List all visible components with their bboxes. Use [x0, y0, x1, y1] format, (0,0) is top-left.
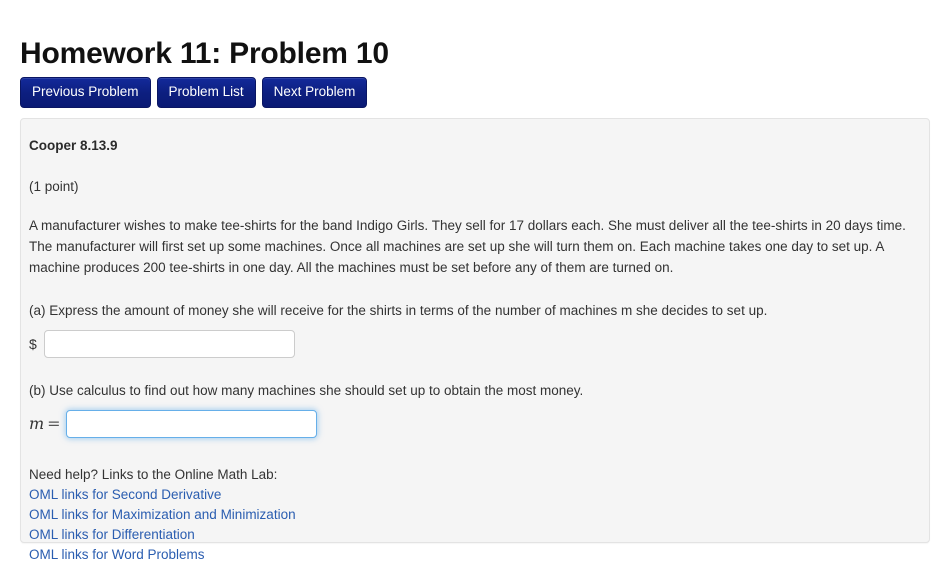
previous-problem-button[interactable]: Previous Problem	[20, 77, 151, 108]
equals-sign: =	[47, 414, 61, 433]
problem-page: Homework 11: Problem 10 Previous Problem…	[0, 0, 949, 562]
page-title: Homework 11: Problem 10	[20, 37, 389, 71]
part-a-answer-input[interactable]	[43, 330, 295, 358]
help-link-differentiation[interactable]: OML links for Differentiation	[29, 525, 195, 545]
problem-navigation-bar: Previous Problem Problem List Next Probl…	[20, 77, 368, 108]
part-b-answer-row: m =	[29, 410, 909, 438]
help-link-second-derivative[interactable]: OML links for Second Derivative	[29, 485, 221, 505]
problem-statement: A manufacturer wishes to make tee-shirts…	[29, 218, 906, 275]
next-problem-button[interactable]: Next Problem	[261, 77, 368, 108]
help-links-section: Need help? Links to the Online Math Lab:…	[29, 465, 909, 565]
part-b-prompt: (b) Use calculus to find out how many ma…	[29, 383, 584, 398]
variable-m-label: m =	[29, 415, 61, 433]
help-link-word-problems[interactable]: OML links for Word Problems	[29, 545, 205, 565]
dollar-sign-label: $	[29, 336, 37, 352]
problem-panel: Cooper 8.13.9 (1 point) A manufacturer w…	[20, 118, 930, 562]
part-a-prompt: (a) Express the amount of money she will…	[29, 303, 768, 318]
variable-m-symbol: m	[29, 414, 45, 433]
help-heading: Need help? Links to the Online Math Lab:	[29, 467, 278, 482]
problem-panel-content: Cooper 8.13.9 (1 point) A manufacturer w…	[21, 119, 929, 585]
problem-source-reference: Cooper 8.13.9	[29, 138, 118, 153]
help-link-maximization-minimization[interactable]: OML links for Maximization and Minimizat…	[29, 505, 296, 525]
part-a-answer-row: $	[29, 330, 909, 358]
problem-point-value: (1 point)	[29, 179, 79, 194]
part-b-answer-input[interactable]	[65, 410, 317, 438]
problem-list-button[interactable]: Problem List	[156, 77, 256, 108]
